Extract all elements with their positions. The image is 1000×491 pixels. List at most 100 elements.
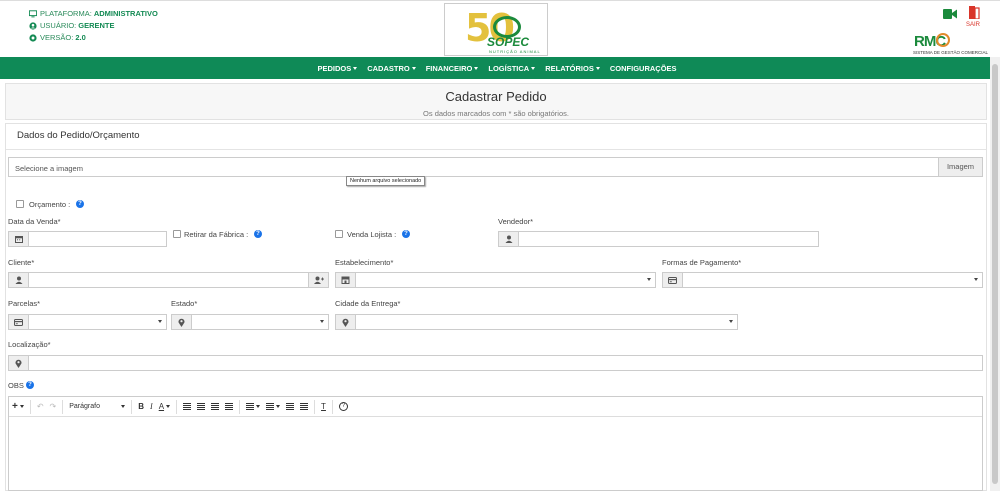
font-color-icon[interactable]: A [156,400,173,414]
chevron-down-icon [974,278,978,281]
bullet-list-icon[interactable] [243,400,263,414]
logo-tagline: NUTRIÇÃO ANIMAL [489,49,541,54]
chevron-down-icon [647,278,651,281]
paragraph-label: Parágrafo [69,403,100,410]
chevron-down-icon [474,66,479,70]
align-center-icon[interactable] [194,400,208,414]
bold-icon[interactable]: B [135,400,147,414]
font-color-letter: A [158,402,165,411]
logout-button[interactable]: SAIR [966,22,980,28]
retirar-fabrica-checkbox[interactable] [173,230,181,238]
user-circle-icon [29,21,37,30]
monitor-icon [29,9,37,17]
toolbar-divider [62,399,64,414]
user-icon [505,235,512,243]
vendedor-input[interactable] [498,231,819,247]
file-tooltip: Nenhum arquivo selecionado [346,176,426,186]
nav-item-cadastro[interactable]: CADASTRO [367,64,416,73]
obs-rich-text-editor[interactable]: + ↶ ↷ Parágrafo B I A T ? [8,396,983,491]
cliente-input[interactable] [8,272,329,288]
chevron-down-icon [158,320,162,323]
nav-label: RELATÓRIOS [545,63,594,73]
map-pin-icon [178,318,185,327]
nav-item-pedidos[interactable]: PEDIDOS [317,63,358,73]
card-addon [663,273,683,287]
obs-label: OBS [8,381,24,390]
page-subtitle: Os dados marcados com * são obrigatórios… [423,109,569,118]
editor-help-glyph: ? [338,402,348,411]
help-icon[interactable]: ? [26,381,34,389]
map-pin-icon [342,318,349,327]
editor-help-icon[interactable]: ? [336,400,351,414]
align-right-icon[interactable] [208,400,222,414]
logo-name: SOPEC [487,35,530,49]
nav-item-financeiro[interactable]: FINANCEIRO [426,64,479,73]
vendedor-label: Vendedor* [498,217,534,226]
estado-select[interactable] [171,314,329,330]
undo-icon[interactable]: ↶ [34,400,47,414]
paragraph-format-select[interactable]: Parágrafo [66,400,128,414]
card-addon [9,315,29,329]
toolbar-divider [176,399,178,414]
parcelas-label: Parcelas* [8,299,41,308]
chevron-down-icon [595,66,600,70]
align-left-icon[interactable] [180,400,194,414]
insert-plus-icon[interactable]: + [9,400,27,414]
nav-label: PEDIDOS [317,63,352,73]
image-browse-button[interactable]: Imagem [938,158,982,176]
user-value: GERENTE [78,21,115,30]
align-justify-icon[interactable] [222,400,236,414]
help-icon[interactable]: ? [254,230,262,238]
nav-label: CADASTRO [367,63,410,73]
scrollbar-thumb[interactable] [992,64,998,484]
outdent-icon[interactable] [283,400,297,414]
nav-label: LOGÍSTICA [488,63,530,73]
credit-card-icon [668,276,677,284]
indent-icon[interactable] [297,400,311,414]
toolbar-divider [29,399,31,414]
orcamento-checkbox[interactable] [16,200,24,208]
user-addon [9,273,29,287]
numbered-list-icon[interactable] [263,400,283,414]
estabelecimento-select[interactable] [335,272,656,288]
estado-label: Estado* [171,299,198,308]
pin-addon [172,315,192,329]
cliente-label: Cliente* [8,258,35,267]
video-camera-icon[interactable] [943,8,957,20]
pin-addon [336,315,356,329]
parcelas-select[interactable] [8,314,167,330]
image-placeholder: Selecione a imagem [15,164,83,173]
nav-item-configuracoes[interactable]: CONFIGURAÇÕES [610,64,677,73]
formas-pagamento-label: Formas de Pagamento* [662,258,742,267]
image-file-input[interactable]: Selecione a imagem Imagem [8,157,983,177]
chevron-down-icon [531,66,536,70]
sopec-logo[interactable]: 50 SOPEC NUTRIÇÃO ANIMAL [444,3,548,56]
rmc-logo-ring [936,33,950,47]
chevron-down-icon [320,320,324,323]
help-icon[interactable]: ? [76,200,84,208]
pin-addon [9,356,29,370]
calendar-addon [9,232,29,246]
nav-label: FINANCEIRO [425,63,473,73]
nav-item-logistica[interactable]: LOGÍSTICA [488,63,536,73]
help-icon[interactable]: ? [402,230,410,238]
nav-label: CONFIGURAÇÕES [609,63,677,73]
chevron-down-icon [411,66,416,70]
venda-lojista-checkbox[interactable] [335,230,343,238]
redo-icon[interactable]: ↷ [47,400,60,414]
version-label: VERSÃO: [40,33,74,42]
version-info: VERSÃO: 2.0 [29,33,86,42]
toolbar-divider [131,399,133,414]
data-venda-input[interactable] [8,231,167,247]
cidade-select[interactable] [335,314,738,330]
chevron-down-icon [729,320,733,323]
version-icon [29,33,37,42]
add-client-button[interactable] [308,273,328,287]
logout-icon[interactable] [968,6,980,19]
orcamento-label: Orçamento : [29,200,71,209]
italic-icon[interactable]: I [147,400,156,414]
nav-item-relatorios[interactable]: RELATÓRIOS [545,64,600,73]
clear-format-icon[interactable]: T [318,400,329,414]
localizacao-input[interactable] [8,355,983,371]
formas-pagamento-select[interactable] [662,272,983,288]
